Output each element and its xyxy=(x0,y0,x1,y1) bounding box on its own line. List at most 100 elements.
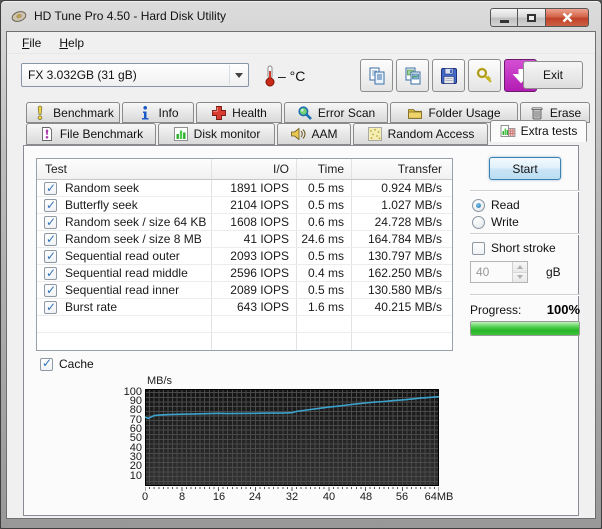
table-row[interactable]: Random seek / size 8 MB 41 IOPS 24.6 ms … xyxy=(37,231,452,248)
row-checkbox[interactable] xyxy=(44,250,57,263)
magnifier-icon xyxy=(297,105,313,121)
copy-icon xyxy=(367,66,387,86)
tab-disk-monitor[interactable]: Disk monitor xyxy=(158,123,275,145)
table-row[interactable]: Sequential read middle 2596 IOPS 0.4 ms … xyxy=(37,265,452,282)
short-stroke-option[interactable]: Short stroke xyxy=(472,241,556,255)
menu-help[interactable]: Help xyxy=(50,33,93,53)
read-radio[interactable] xyxy=(472,199,485,212)
client-area: File Help FX 3.032GB (31 gB) – °C xyxy=(6,31,596,519)
results-table: Test I/O Time Transfer Random seek 1891 … xyxy=(36,158,453,351)
extra-tests-page: Test I/O Time Transfer Random seek 1891 … xyxy=(23,145,579,516)
maximize-icon xyxy=(527,14,536,22)
progress-bar xyxy=(470,321,580,336)
tab-random-access[interactable]: Random Access xyxy=(353,123,488,145)
extra-tests-icon xyxy=(500,123,516,139)
capacity-spinner[interactable]: 40 xyxy=(470,261,528,283)
separator xyxy=(470,294,580,296)
write-option[interactable]: Write xyxy=(472,215,519,229)
temperature-indicator: – °C xyxy=(261,64,305,88)
benchmark-icon xyxy=(32,105,48,121)
row-checkbox[interactable] xyxy=(44,301,57,314)
x-tick-label: 32 xyxy=(286,491,298,503)
copy-image-button[interactable] xyxy=(396,59,429,92)
write-radio[interactable] xyxy=(472,216,485,229)
spin-up-button[interactable] xyxy=(513,262,527,273)
table-row[interactable]: Sequential read inner 2089 IOPS 0.5 ms 1… xyxy=(37,282,452,299)
exit-button[interactable]: Exit xyxy=(523,61,583,89)
progress-value: 100% xyxy=(547,302,580,317)
minimize-icon xyxy=(500,20,509,23)
tab-error-scan[interactable]: Error Scan xyxy=(284,102,388,123)
row-checkbox[interactable] xyxy=(44,199,57,212)
x-tick-label: 40 xyxy=(323,491,335,503)
tab-extra-tests[interactable]: Extra tests xyxy=(490,120,587,142)
window-controls xyxy=(490,8,589,27)
speaker-icon xyxy=(290,126,306,142)
copy-text-button[interactable] xyxy=(360,59,393,92)
x-tick-label: 64MB xyxy=(425,491,454,503)
drive-selector-dropdown-button[interactable] xyxy=(229,65,247,85)
chevron-down-icon xyxy=(235,73,243,78)
maximize-button[interactable] xyxy=(518,8,546,27)
random-dots-icon xyxy=(367,126,383,142)
tab-file-benchmark[interactable]: File Benchmark xyxy=(26,123,156,145)
folder-icon xyxy=(407,105,423,121)
spinner-buttons xyxy=(512,262,527,282)
save-button[interactable] xyxy=(432,59,465,92)
col-header-time: Time xyxy=(297,159,352,179)
col-header-io: I/O xyxy=(212,159,297,179)
menu-file[interactable]: File xyxy=(13,33,50,53)
keys-icon xyxy=(475,66,495,86)
start-button[interactable]: Start xyxy=(489,157,561,180)
row-checkbox[interactable] xyxy=(44,284,57,297)
separator xyxy=(470,190,580,192)
minimize-button[interactable] xyxy=(490,8,518,27)
close-button[interactable] xyxy=(546,8,589,27)
progress-fill xyxy=(471,322,579,335)
table-row[interactable]: Butterfly seek 2104 IOPS 0.5 ms 1.027 MB… xyxy=(37,197,452,214)
table-header-row: Test I/O Time Transfer xyxy=(37,159,452,180)
toolbar: FX 3.032GB (31 gB) – °C xyxy=(7,54,595,98)
table-row-empty xyxy=(37,316,452,333)
title-bar: HD Tune Pro 4.50 - Hard Disk Utility xyxy=(1,1,601,31)
progress-row: Progress: 100% xyxy=(470,302,580,317)
drive-selector[interactable]: FX 3.032GB (31 gB) xyxy=(21,63,249,87)
options-button[interactable] xyxy=(468,59,501,92)
table-row-empty xyxy=(37,333,452,350)
x-tick-label: 48 xyxy=(360,491,372,503)
capacity-unit-label: gB xyxy=(546,265,561,279)
table-row[interactable]: Random seek 1891 IOPS 0.5 ms 0.924 MB/s xyxy=(37,180,452,197)
table-row[interactable]: Burst rate 643 IOPS 1.6 ms 40.215 MB/s xyxy=(37,299,452,316)
app-icon xyxy=(11,8,27,24)
table-row[interactable]: Sequential read outer 2093 IOPS 0.5 ms 1… xyxy=(37,248,452,265)
row-checkbox[interactable] xyxy=(44,267,57,280)
separator xyxy=(470,233,580,235)
col-header-test: Test xyxy=(37,159,212,179)
app-window: HD Tune Pro 4.50 - Hard Disk Utility Fil… xyxy=(0,0,602,529)
x-tick-label: 24 xyxy=(249,491,261,503)
chart-y-axis-title: MB/s xyxy=(147,375,172,387)
spin-up-icon xyxy=(517,265,523,269)
tab-info[interactable]: Info xyxy=(122,102,194,123)
tab-benchmark[interactable]: Benchmark xyxy=(26,102,120,123)
cache-transfer-chart: MB/s 102030405060708090100 0816243240485… xyxy=(104,374,544,512)
cache-checkbox[interactable] xyxy=(40,358,53,371)
table-row[interactable]: Random seek / size 64 KB 1608 IOPS 0.6 m… xyxy=(37,214,452,231)
row-checkbox[interactable] xyxy=(44,216,57,229)
col-header-transfer: Transfer xyxy=(352,159,449,179)
short-stroke-checkbox[interactable] xyxy=(472,242,485,255)
capacity-value: 40 xyxy=(471,262,512,282)
row-checkbox[interactable] xyxy=(44,233,57,246)
thermometer-icon xyxy=(261,64,278,88)
x-tick-label: 0 xyxy=(142,491,148,503)
close-icon xyxy=(562,12,573,23)
read-option[interactable]: Read xyxy=(472,198,520,212)
tab-aam[interactable]: AAM xyxy=(277,123,351,145)
tab-strip: Benchmark Info Health xyxy=(7,98,595,146)
spin-down-button[interactable] xyxy=(513,273,527,283)
cache-option[interactable]: Cache xyxy=(40,357,94,371)
x-tick-label: 56 xyxy=(396,491,408,503)
row-checkbox[interactable] xyxy=(44,182,57,195)
tab-health[interactable]: Health xyxy=(196,102,282,123)
x-tick-label: 8 xyxy=(179,491,185,503)
